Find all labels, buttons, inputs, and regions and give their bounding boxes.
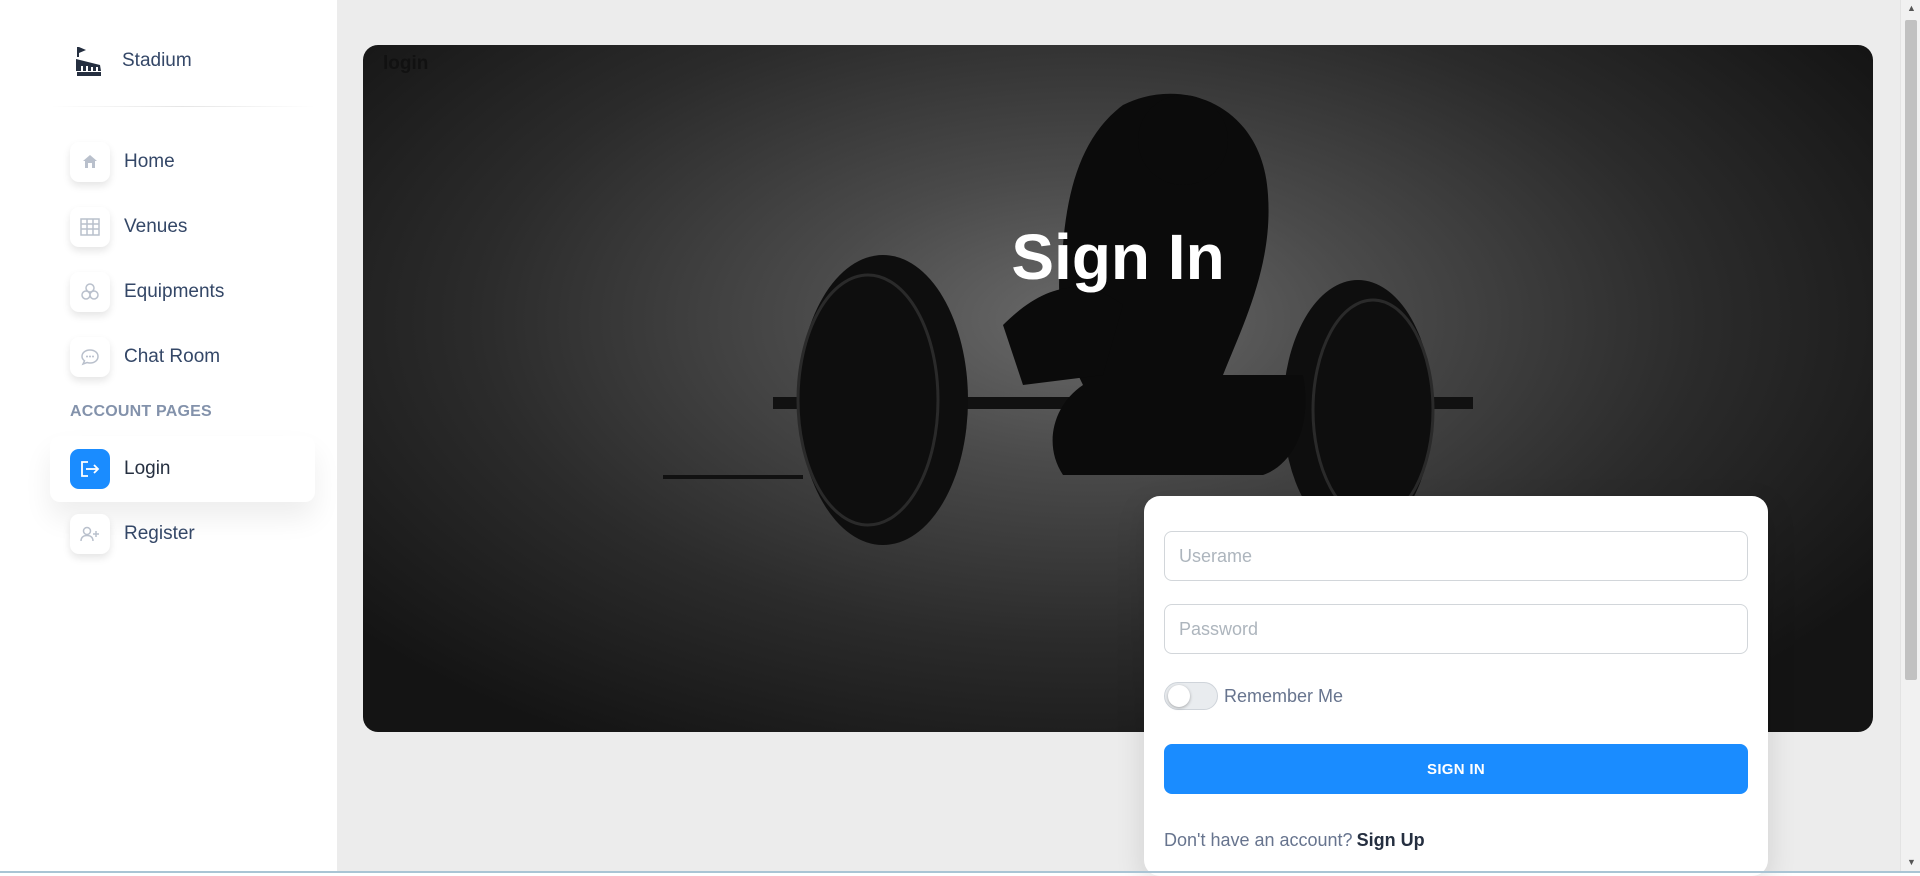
- home-icon: [70, 142, 110, 182]
- sidebar-item-register[interactable]: Register: [50, 501, 315, 567]
- add-user-icon: [70, 514, 110, 554]
- sign-in-button[interactable]: SIGN IN: [1164, 744, 1748, 794]
- sidebar-item-chat-room[interactable]: Chat Room: [50, 324, 315, 390]
- username-input[interactable]: [1164, 531, 1748, 581]
- signup-prompt: Don't have an account?: [1164, 830, 1353, 850]
- remember-me-label: Remember Me: [1224, 685, 1344, 706]
- logout-icon: [70, 449, 110, 489]
- sidebar-item-equipments[interactable]: Equipments: [50, 259, 315, 325]
- sidebar-item-venues[interactable]: Venues: [50, 194, 315, 260]
- brand[interactable]: Stadium: [72, 44, 192, 78]
- brand-name: Stadium: [122, 50, 192, 71]
- hero-title: Sign In: [1011, 221, 1225, 293]
- sidebar-item-label: Login: [124, 458, 171, 479]
- stadium-icon: [72, 44, 106, 78]
- sidebar-item-label: Venues: [124, 216, 188, 237]
- signup-row: Don't have an account? Sign Up: [1164, 830, 1425, 851]
- chat-bubble-icon: [70, 337, 110, 377]
- scroll-up-arrow-icon[interactable]: ▲: [1907, 4, 1916, 13]
- section-title-account-pages: ACCOUNT PAGES: [70, 403, 212, 420]
- cubes-icon: [70, 272, 110, 312]
- scrollbar-thumb[interactable]: [1905, 20, 1917, 680]
- sidebar-item-label: Home: [124, 151, 175, 172]
- sidebar-item-label: Equipments: [124, 281, 225, 302]
- login-card: Remember Me SIGN IN Don't have an accoun…: [1144, 496, 1768, 876]
- sign-up-link[interactable]: Sign Up: [1357, 830, 1425, 850]
- sidebar-item-label: Register: [124, 523, 195, 544]
- sidebar-item-label: Chat Room: [124, 346, 221, 367]
- remember-me-toggle[interactable]: [1164, 682, 1218, 710]
- page-label: login: [383, 53, 429, 74]
- sidebar: Stadium Home Venues Equipments Chat Room…: [0, 0, 337, 873]
- table-icon: [70, 207, 110, 247]
- remember-me-row: Remember Me: [1164, 682, 1343, 710]
- main-content: login Sign In Remember Me SIGN IN Don't …: [337, 0, 1900, 876]
- sidebar-item-login[interactable]: Login: [50, 436, 315, 502]
- brand-divider: [50, 106, 315, 107]
- toggle-knob: [1168, 685, 1190, 707]
- password-input[interactable]: [1164, 604, 1748, 654]
- scroll-down-arrow-icon[interactable]: ▼: [1907, 858, 1916, 867]
- vertical-scrollbar[interactable]: ▲ ▼: [1900, 0, 1920, 873]
- sidebar-item-home[interactable]: Home: [50, 129, 315, 195]
